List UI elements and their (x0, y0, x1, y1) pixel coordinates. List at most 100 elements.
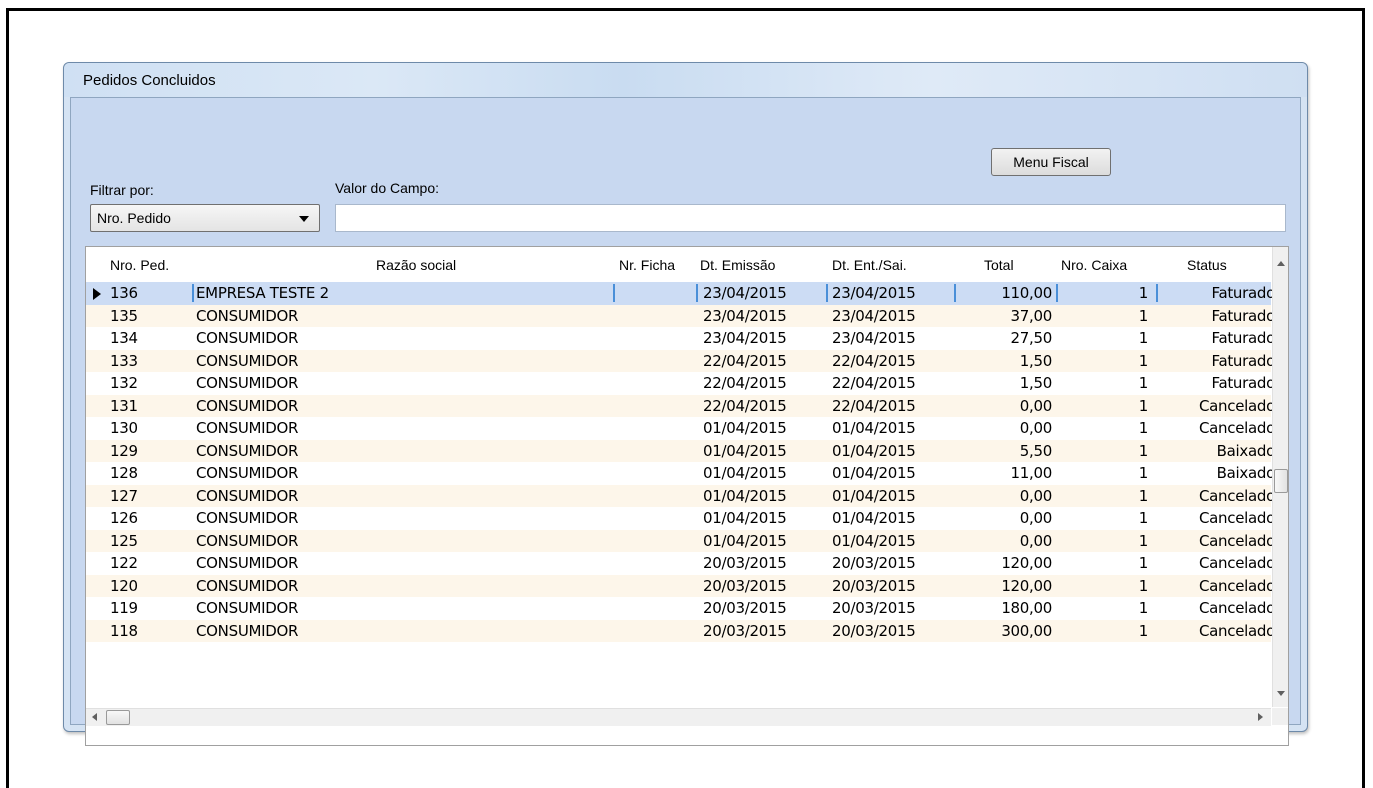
table-cell: CONSUMIDOR (196, 621, 299, 640)
table-cell: 1 (1138, 464, 1149, 482)
table-row[interactable]: 132 CONSUMIDOR 22/04/2015 22/04/2015 1,50 1 Fa… (86, 372, 1275, 395)
table-row[interactable]: 118 CONSUMIDOR 20/03/2015 20/03/2015 300,00 1… (86, 619, 1275, 642)
table-row[interactable]: 136 EMPRESA TESTE 2 23/04/2015 23/04/2015 11… (86, 282, 1275, 305)
arrow-left-icon[interactable] (92, 713, 97, 721)
column-header[interactable]: Dt. Emissão (700, 257, 775, 273)
filter-dropdown[interactable]: Nro. Pedido (90, 204, 320, 232)
table-cell: CONSUMIDOR (196, 576, 299, 595)
table-cell: Faturado (1211, 284, 1276, 302)
table-cell: 01/04/2015 (832, 464, 916, 482)
table-cell: 1 (1138, 554, 1149, 572)
arrow-down-icon[interactable] (1277, 691, 1285, 696)
table-cell: 1 (1138, 306, 1149, 325)
vertical-scrollbar[interactable] (1272, 247, 1288, 707)
menu-fiscal-button[interactable]: Menu Fiscal (991, 148, 1111, 176)
table-cell: 134 (110, 329, 138, 347)
table-cell: Cancelado (1198, 554, 1275, 572)
table-cell: 5,50 (1019, 441, 1053, 460)
table-cell: Faturado (1211, 351, 1276, 370)
table-row[interactable]: 130 CONSUMIDOR 01/04/2015 01/04/2015 0,00 1 Ca… (86, 417, 1275, 440)
table-row[interactable]: 120 CONSUMIDOR 20/03/2015 20/03/2015 120,00 1… (86, 574, 1275, 597)
table-cell: CONSUMIDOR (196, 419, 299, 437)
column-header[interactable]: Nro. Ped. (110, 257, 169, 273)
table-cell: 125 (110, 531, 138, 550)
table-cell: Faturado (1211, 306, 1276, 325)
table-cell: 1 (1138, 441, 1149, 460)
table-cell: 23/04/2015 (832, 329, 916, 347)
table-cell: 126 (110, 509, 138, 527)
cell-separator (613, 284, 615, 302)
table-row[interactable]: 134 CONSUMIDOR 23/04/2015 23/04/2015 27,50 1 F… (86, 327, 1275, 350)
horizontal-scrollbar[interactable] (86, 708, 1271, 726)
table-cell: CONSUMIDOR (196, 374, 299, 392)
table-cell: 01/04/2015 (703, 509, 787, 527)
column-header[interactable]: Total (984, 257, 1014, 273)
column-header[interactable]: Nro. Caixa (1061, 257, 1127, 273)
table-cell: 22/04/2015 (703, 374, 787, 392)
table-row[interactable]: 127 CONSUMIDOR 01/04/2015 01/04/2015 0,00 1 Ca… (86, 484, 1275, 507)
table-cell: 20/03/2015 (832, 576, 916, 595)
table-cell: 20/03/2015 (703, 599, 787, 617)
table-cell: 1 (1138, 284, 1149, 302)
table-cell: 180,00 (1001, 599, 1052, 617)
column-header[interactable]: Dt. Ent./Sai. (832, 257, 907, 273)
table-cell: 01/04/2015 (832, 419, 916, 437)
orders-grid[interactable]: Nro. Ped. Razão social Nr. Ficha Dt. Emi… (85, 246, 1289, 746)
arrow-up-icon[interactable] (1277, 261, 1285, 266)
table-cell: CONSUMIDOR (196, 486, 299, 505)
column-header[interactable]: Razão social (376, 257, 456, 273)
table-row[interactable]: 135 CONSUMIDOR 23/04/2015 23/04/2015 37,00 1 F… (86, 304, 1275, 327)
table-cell: 1 (1138, 374, 1149, 392)
table-row[interactable]: 131 CONSUMIDOR 22/04/2015 22/04/2015 0,00 1 Ca… (86, 394, 1275, 417)
cell-separator (1156, 284, 1158, 302)
table-cell: Faturado (1211, 329, 1276, 347)
table-cell: 01/04/2015 (703, 464, 787, 482)
table-row[interactable]: 119 CONSUMIDOR 20/03/2015 20/03/2015 180,00 1… (86, 597, 1275, 620)
table-cell: CONSUMIDOR (196, 396, 299, 415)
table-cell: 122 (110, 554, 138, 572)
table-cell: 0,00 (1019, 531, 1053, 550)
table-cell: 01/04/2015 (832, 441, 916, 460)
table-cell: Baixado (1216, 464, 1276, 482)
table-cell: CONSUMIDOR (196, 329, 299, 347)
table-row[interactable]: 128 CONSUMIDOR 01/04/2015 01/04/2015 11,00 1 B… (86, 462, 1275, 485)
table-cell: 20/03/2015 (832, 599, 916, 617)
table-cell: 1 (1138, 351, 1149, 370)
table-cell: 22/04/2015 (832, 396, 916, 415)
table-row[interactable]: 122 CONSUMIDOR 20/03/2015 20/03/2015 120,00 1… (86, 552, 1275, 575)
column-header[interactable]: Nr. Ficha (619, 257, 675, 273)
table-cell: CONSUMIDOR (196, 599, 299, 617)
table-cell: 1 (1138, 419, 1149, 437)
table-cell: 20/03/2015 (703, 554, 787, 572)
table-cell: 01/04/2015 (703, 419, 787, 437)
cell-separator (192, 284, 194, 302)
field-value-input[interactable] (335, 204, 1286, 232)
table-cell: CONSUMIDOR (196, 306, 299, 325)
scrollbar-corner (1272, 708, 1288, 725)
horizontal-scroll-thumb[interactable] (106, 710, 130, 725)
filter-dropdown-value: Nro. Pedido (97, 210, 171, 226)
table-cell: 0,00 (1019, 419, 1053, 437)
table-cell: 01/04/2015 (703, 531, 787, 550)
table-cell: 22/04/2015 (703, 396, 787, 415)
table-cell: CONSUMIDOR (196, 531, 299, 550)
table-cell: 110,00 (1001, 284, 1052, 302)
table-cell: CONSUMIDOR (196, 509, 299, 527)
table-cell: 133 (110, 351, 138, 370)
table-row[interactable]: 126 CONSUMIDOR 01/04/2015 01/04/2015 0,00 1 Ca… (86, 507, 1275, 530)
table-row[interactable]: 125 CONSUMIDOR 01/04/2015 01/04/2015 0,00 1 Ca… (86, 529, 1275, 552)
table-cell: CONSUMIDOR (196, 464, 299, 482)
table-cell: 1,50 (1019, 351, 1053, 370)
table-row[interactable]: 129 CONSUMIDOR 01/04/2015 01/04/2015 5,50 1 Ba… (86, 439, 1275, 462)
vertical-scroll-thumb[interactable] (1274, 469, 1288, 493)
table-cell: 20/03/2015 (832, 621, 916, 640)
table-cell: EMPRESA TESTE 2 (196, 284, 329, 302)
table-cell: 01/04/2015 (703, 441, 787, 460)
table-row[interactable]: 133 CONSUMIDOR 22/04/2015 22/04/2015 1,50 1 Fa… (86, 349, 1275, 372)
arrow-right-icon[interactable] (1258, 713, 1263, 721)
table-cell: 01/04/2015 (832, 531, 916, 550)
pedidos-window: Pedidos Concluidos Menu Fiscal Filtrar p… (63, 62, 1308, 746)
table-cell: 0,00 (1019, 396, 1053, 415)
column-header[interactable]: Status (1187, 257, 1227, 273)
cell-separator (696, 284, 698, 302)
